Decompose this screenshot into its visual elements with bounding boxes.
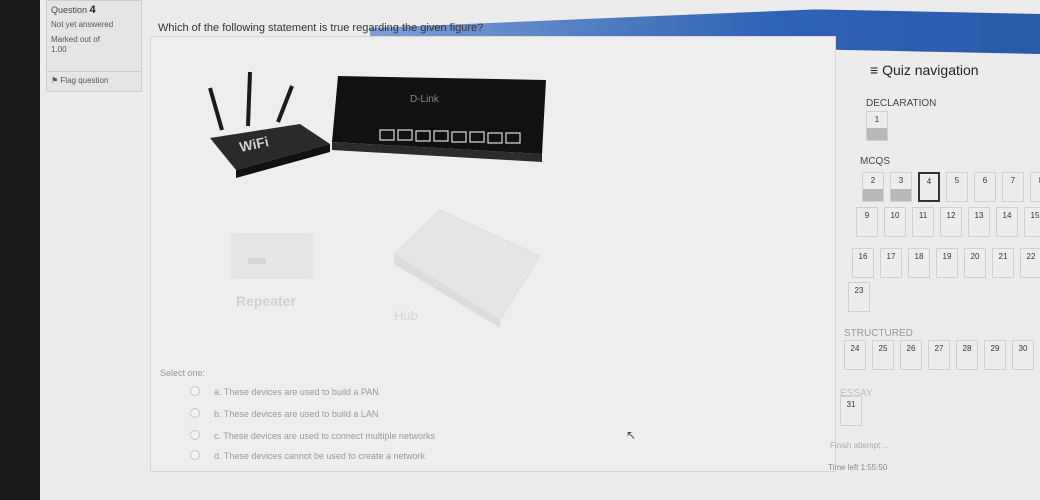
nav-question-24[interactable]: 24 bbox=[844, 340, 866, 370]
nav-question-31[interactable]: 31 bbox=[840, 396, 862, 426]
question-text: Which of the following statement is true… bbox=[158, 22, 484, 34]
menu-icon: ≡ bbox=[870, 62, 879, 78]
mouse-cursor-icon: ↖ bbox=[626, 428, 637, 442]
nav-question-4[interactable]: 4 bbox=[918, 172, 940, 202]
nav-question-5[interactable]: 5 bbox=[946, 172, 968, 202]
nav-question-7[interactable]: 7 bbox=[1002, 172, 1024, 202]
hub-label: Hub bbox=[394, 308, 418, 323]
radio-c[interactable] bbox=[190, 430, 200, 440]
switch-brand: D-Link bbox=[410, 94, 440, 105]
nav-question-20[interactable]: 20 bbox=[964, 248, 986, 278]
nav-question-28[interactable]: 28 bbox=[956, 340, 978, 370]
time-left: Time left 1:55:50 bbox=[828, 463, 888, 472]
nav-question-17[interactable]: 17 bbox=[880, 248, 902, 278]
nav-question-13[interactable]: 13 bbox=[968, 207, 990, 237]
nav-question-12[interactable]: 12 bbox=[940, 207, 962, 237]
radio-a[interactable] bbox=[190, 386, 200, 396]
quiz-screen: Question 4 Not yet answered Marked out o… bbox=[40, 0, 1040, 500]
nav-question-22[interactable]: 22 bbox=[1020, 248, 1040, 278]
nav-question-30[interactable]: 30 bbox=[1012, 340, 1034, 370]
nav-question-15[interactable]: 15 bbox=[1024, 207, 1040, 237]
marked-label: Marked out of bbox=[51, 35, 100, 44]
finish-attempt-link[interactable]: Finish attempt ... bbox=[830, 441, 889, 450]
nav-question-25[interactable]: 25 bbox=[872, 340, 894, 370]
nav-question-9[interactable]: 9 bbox=[856, 207, 878, 237]
nav-question-10[interactable]: 10 bbox=[884, 207, 906, 237]
nav-question-26[interactable]: 26 bbox=[900, 340, 922, 370]
flag-icon: ⚑ bbox=[51, 76, 59, 85]
radio-b[interactable] bbox=[190, 408, 200, 418]
radio-d[interactable] bbox=[190, 450, 200, 460]
nav-question-1[interactable]: 1 bbox=[866, 111, 888, 141]
quiz-navigation-title: ≡ Quiz navigation bbox=[870, 62, 979, 78]
nav-question-29[interactable]: 29 bbox=[984, 340, 1006, 370]
section-mcqs: MCQS bbox=[860, 156, 890, 167]
switch-image: D-Link bbox=[332, 76, 546, 162]
select-one-label: Select one: bbox=[160, 368, 206, 378]
nav-question-2[interactable]: 2 bbox=[862, 172, 884, 202]
answer-option-a[interactable]: a. These devices are used to build a PAN bbox=[190, 386, 379, 397]
marked-value: 1.00 bbox=[51, 45, 67, 54]
section-structured: STRUCTURED bbox=[844, 328, 913, 339]
repeater-label: Repeater bbox=[236, 293, 296, 309]
nav-question-8[interactable]: 8 bbox=[1030, 172, 1040, 202]
nav-question-16[interactable]: 16 bbox=[852, 248, 874, 278]
nav-question-3[interactable]: 3 bbox=[890, 172, 912, 202]
answer-option-d[interactable]: d. These devices cannot be used to creat… bbox=[190, 450, 425, 461]
wifi-router-image: WiFi bbox=[208, 71, 330, 178]
nav-question-23[interactable]: 23 bbox=[848, 282, 870, 312]
nav-question-27[interactable]: 27 bbox=[928, 340, 950, 370]
question-status: Not yet answered bbox=[51, 20, 114, 29]
answer-option-c[interactable]: c. These devices are used to connect mul… bbox=[190, 430, 435, 441]
nav-question-14[interactable]: 14 bbox=[996, 207, 1018, 237]
nav-question-21[interactable]: 21 bbox=[992, 248, 1014, 278]
section-declaration: DECLARATION bbox=[866, 98, 937, 109]
hub-image: Hub bbox=[393, 209, 541, 328]
question-label: Question bbox=[51, 5, 88, 15]
question-number: 4 bbox=[89, 4, 96, 16]
nav-question-6[interactable]: 6 bbox=[974, 172, 996, 202]
question-info: Question 4 Not yet answered Marked out o… bbox=[46, 0, 142, 92]
answer-option-b[interactable]: b. These devices are used to build a LAN bbox=[190, 408, 378, 419]
repeater-image: Repeater bbox=[231, 233, 313, 309]
question-figure: WiFi D-Link Repeater Hub bbox=[208, 71, 546, 328]
nav-question-19[interactable]: 19 bbox=[936, 248, 958, 278]
flag-question-link[interactable]: ⚑ Flag question bbox=[47, 71, 141, 85]
nav-question-18[interactable]: 18 bbox=[908, 248, 930, 278]
nav-question-11[interactable]: 11 bbox=[912, 207, 934, 237]
